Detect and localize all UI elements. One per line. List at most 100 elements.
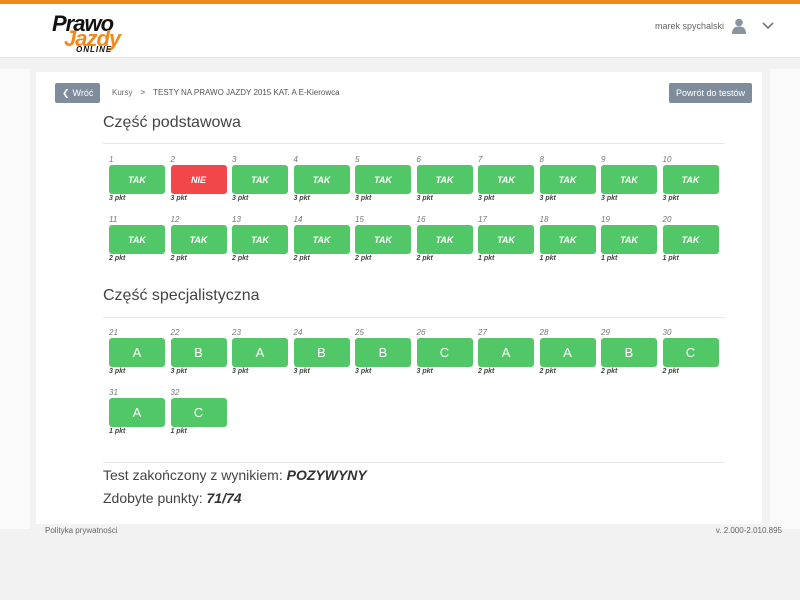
header: Prawo Jazdy ONLINE marek spychalski	[0, 4, 800, 58]
question-number: 17	[478, 215, 487, 224]
question-answer-button[interactable]: TAK	[478, 225, 534, 254]
question-number: 12	[170, 215, 180, 224]
question-item: 3 TAK 3 pkt	[232, 154, 288, 204]
test-results-card: ❮ Wróć Kursy > TESTY NA PRAWO JAZDY 2015…	[36, 72, 762, 524]
question-number: 19	[601, 215, 610, 224]
question-answer-button[interactable]: TAK	[109, 225, 165, 254]
question-answer-button[interactable]: TAK	[662, 165, 719, 194]
question-number: 6	[416, 155, 421, 164]
question-item: 12 TAK 2 pkt	[170, 214, 227, 264]
question-points: 2 pkt	[170, 255, 187, 262]
question-answer-button[interactable]: NIE	[170, 165, 227, 194]
question-item: 10 TAK 3 pkt	[662, 154, 719, 204]
question-points: 2 pkt	[232, 255, 249, 262]
question-points: 3 pkt	[109, 368, 126, 375]
breadcrumb-courses[interactable]: Kursy	[112, 88, 132, 97]
question-number: 21	[109, 328, 118, 337]
question-number: 14	[293, 215, 303, 224]
question-points: 3 pkt	[601, 195, 618, 202]
question-item: 16 TAK 2 pkt	[416, 214, 473, 264]
question-item: 27 A 2 pkt	[478, 327, 534, 377]
question-item: 5 TAK 3 pkt	[355, 154, 411, 204]
question-number: 26	[416, 328, 426, 337]
privacy-policy-link[interactable]: Polityka prywatności	[45, 526, 117, 535]
question-answer-button[interactable]: C	[170, 398, 227, 427]
logo[interactable]: Prawo Jazdy ONLINE	[44, 11, 140, 57]
question-number: 8	[539, 155, 544, 164]
question-answer-button[interactable]: TAK	[232, 225, 288, 254]
back-button-label: Wróć	[72, 88, 94, 98]
question-answer-button[interactable]: TAK	[355, 225, 411, 254]
question-answer-button[interactable]: B	[601, 338, 657, 367]
divider	[103, 317, 725, 318]
question-answer-button[interactable]: TAK	[601, 165, 657, 194]
question-points: 2 pkt	[662, 368, 679, 375]
question-item: 23 A 3 pkt	[232, 327, 288, 377]
question-answer-button[interactable]: TAK	[293, 165, 350, 194]
question-answer-button[interactable]: A	[539, 338, 596, 367]
question-points: 1 pkt	[170, 428, 187, 435]
question-answer-button[interactable]: TAK	[416, 165, 473, 194]
question-answer-button[interactable]: A	[232, 338, 288, 367]
question-answer-button[interactable]: TAK	[293, 225, 350, 254]
points-line: Zdobyte punkty: 71/74	[103, 490, 242, 506]
question-points: 1 pkt	[109, 428, 126, 435]
question-answer-button[interactable]: A	[109, 398, 165, 427]
question-points: 3 pkt	[539, 195, 556, 202]
question-number: 28	[539, 328, 549, 337]
basic-section-title: Część podstawowa	[103, 114, 241, 131]
question-item: 9 TAK 3 pkt	[601, 154, 657, 204]
question-answer-button[interactable]: TAK	[109, 165, 165, 194]
question-number: 20	[662, 215, 672, 224]
breadcrumb-current: TESTY NA PRAWO JAZDY 2015 KAT. A E-Kiero…	[153, 88, 340, 97]
logo-line3: ONLINE	[76, 45, 113, 54]
question-points: 3 pkt	[355, 195, 372, 202]
question-item: 4 TAK 3 pkt	[293, 154, 350, 204]
question-answer-button[interactable]: B	[355, 338, 411, 367]
question-item: 28 A 2 pkt	[539, 327, 596, 377]
question-answer-button[interactable]: TAK	[355, 165, 411, 194]
question-number: 29	[601, 328, 610, 337]
question-answer-button[interactable]: A	[478, 338, 534, 367]
question-item: 26 C 3 pkt	[416, 327, 473, 377]
question-number: 18	[539, 215, 549, 224]
question-answer-button[interactable]: B	[293, 338, 350, 367]
question-answer-button[interactable]: TAK	[662, 225, 719, 254]
question-item: 22 B 3 pkt	[170, 327, 227, 377]
question-answer-button[interactable]: TAK	[232, 165, 288, 194]
question-points: 3 pkt	[293, 195, 310, 202]
result-value: POZYWYNY	[286, 467, 367, 483]
question-answer-button[interactable]: C	[662, 338, 719, 367]
question-points: 1 pkt	[601, 255, 618, 262]
question-item: 32 C 1 pkt	[170, 387, 227, 437]
user-icon	[732, 18, 746, 34]
question-answer-button[interactable]: TAK	[416, 225, 473, 254]
specialist-section-title: Część specjalistyczna	[103, 287, 260, 304]
question-item: 8 TAK 3 pkt	[539, 154, 596, 204]
question-item: 17 TAK 1 pkt	[478, 214, 534, 264]
question-points: 2 pkt	[601, 368, 618, 375]
question-number: 23	[232, 328, 241, 337]
question-number: 9	[601, 155, 606, 164]
question-answer-button[interactable]: A	[109, 338, 165, 367]
user-name: marek spychalski	[654, 21, 724, 31]
question-answer-button[interactable]: TAK	[478, 165, 534, 194]
question-answer-button[interactable]: C	[416, 338, 473, 367]
question-item: 2 NIE 3 pkt	[170, 154, 227, 204]
question-answer-button[interactable]: TAK	[539, 165, 596, 194]
question-points: 3 pkt	[170, 368, 187, 375]
question-item: 20 TAK 1 pkt	[662, 214, 719, 264]
question-number: 1	[109, 155, 114, 164]
question-answer-button[interactable]: TAK	[170, 225, 227, 254]
back-button[interactable]: ❮ Wróć	[55, 83, 101, 103]
return-to-tests-button[interactable]: Powrót do testów	[669, 83, 753, 103]
user-menu[interactable]: marek spychalski	[655, 18, 774, 34]
question-points: 2 pkt	[355, 255, 372, 262]
question-answer-button[interactable]: B	[170, 338, 227, 367]
question-answer-button[interactable]: TAK	[601, 225, 657, 254]
question-points: 3 pkt	[109, 195, 126, 202]
question-number: 5	[355, 155, 360, 164]
chevron-down-icon[interactable]	[762, 22, 774, 30]
question-points: 1 pkt	[539, 255, 556, 262]
question-answer-button[interactable]: TAK	[539, 225, 596, 254]
